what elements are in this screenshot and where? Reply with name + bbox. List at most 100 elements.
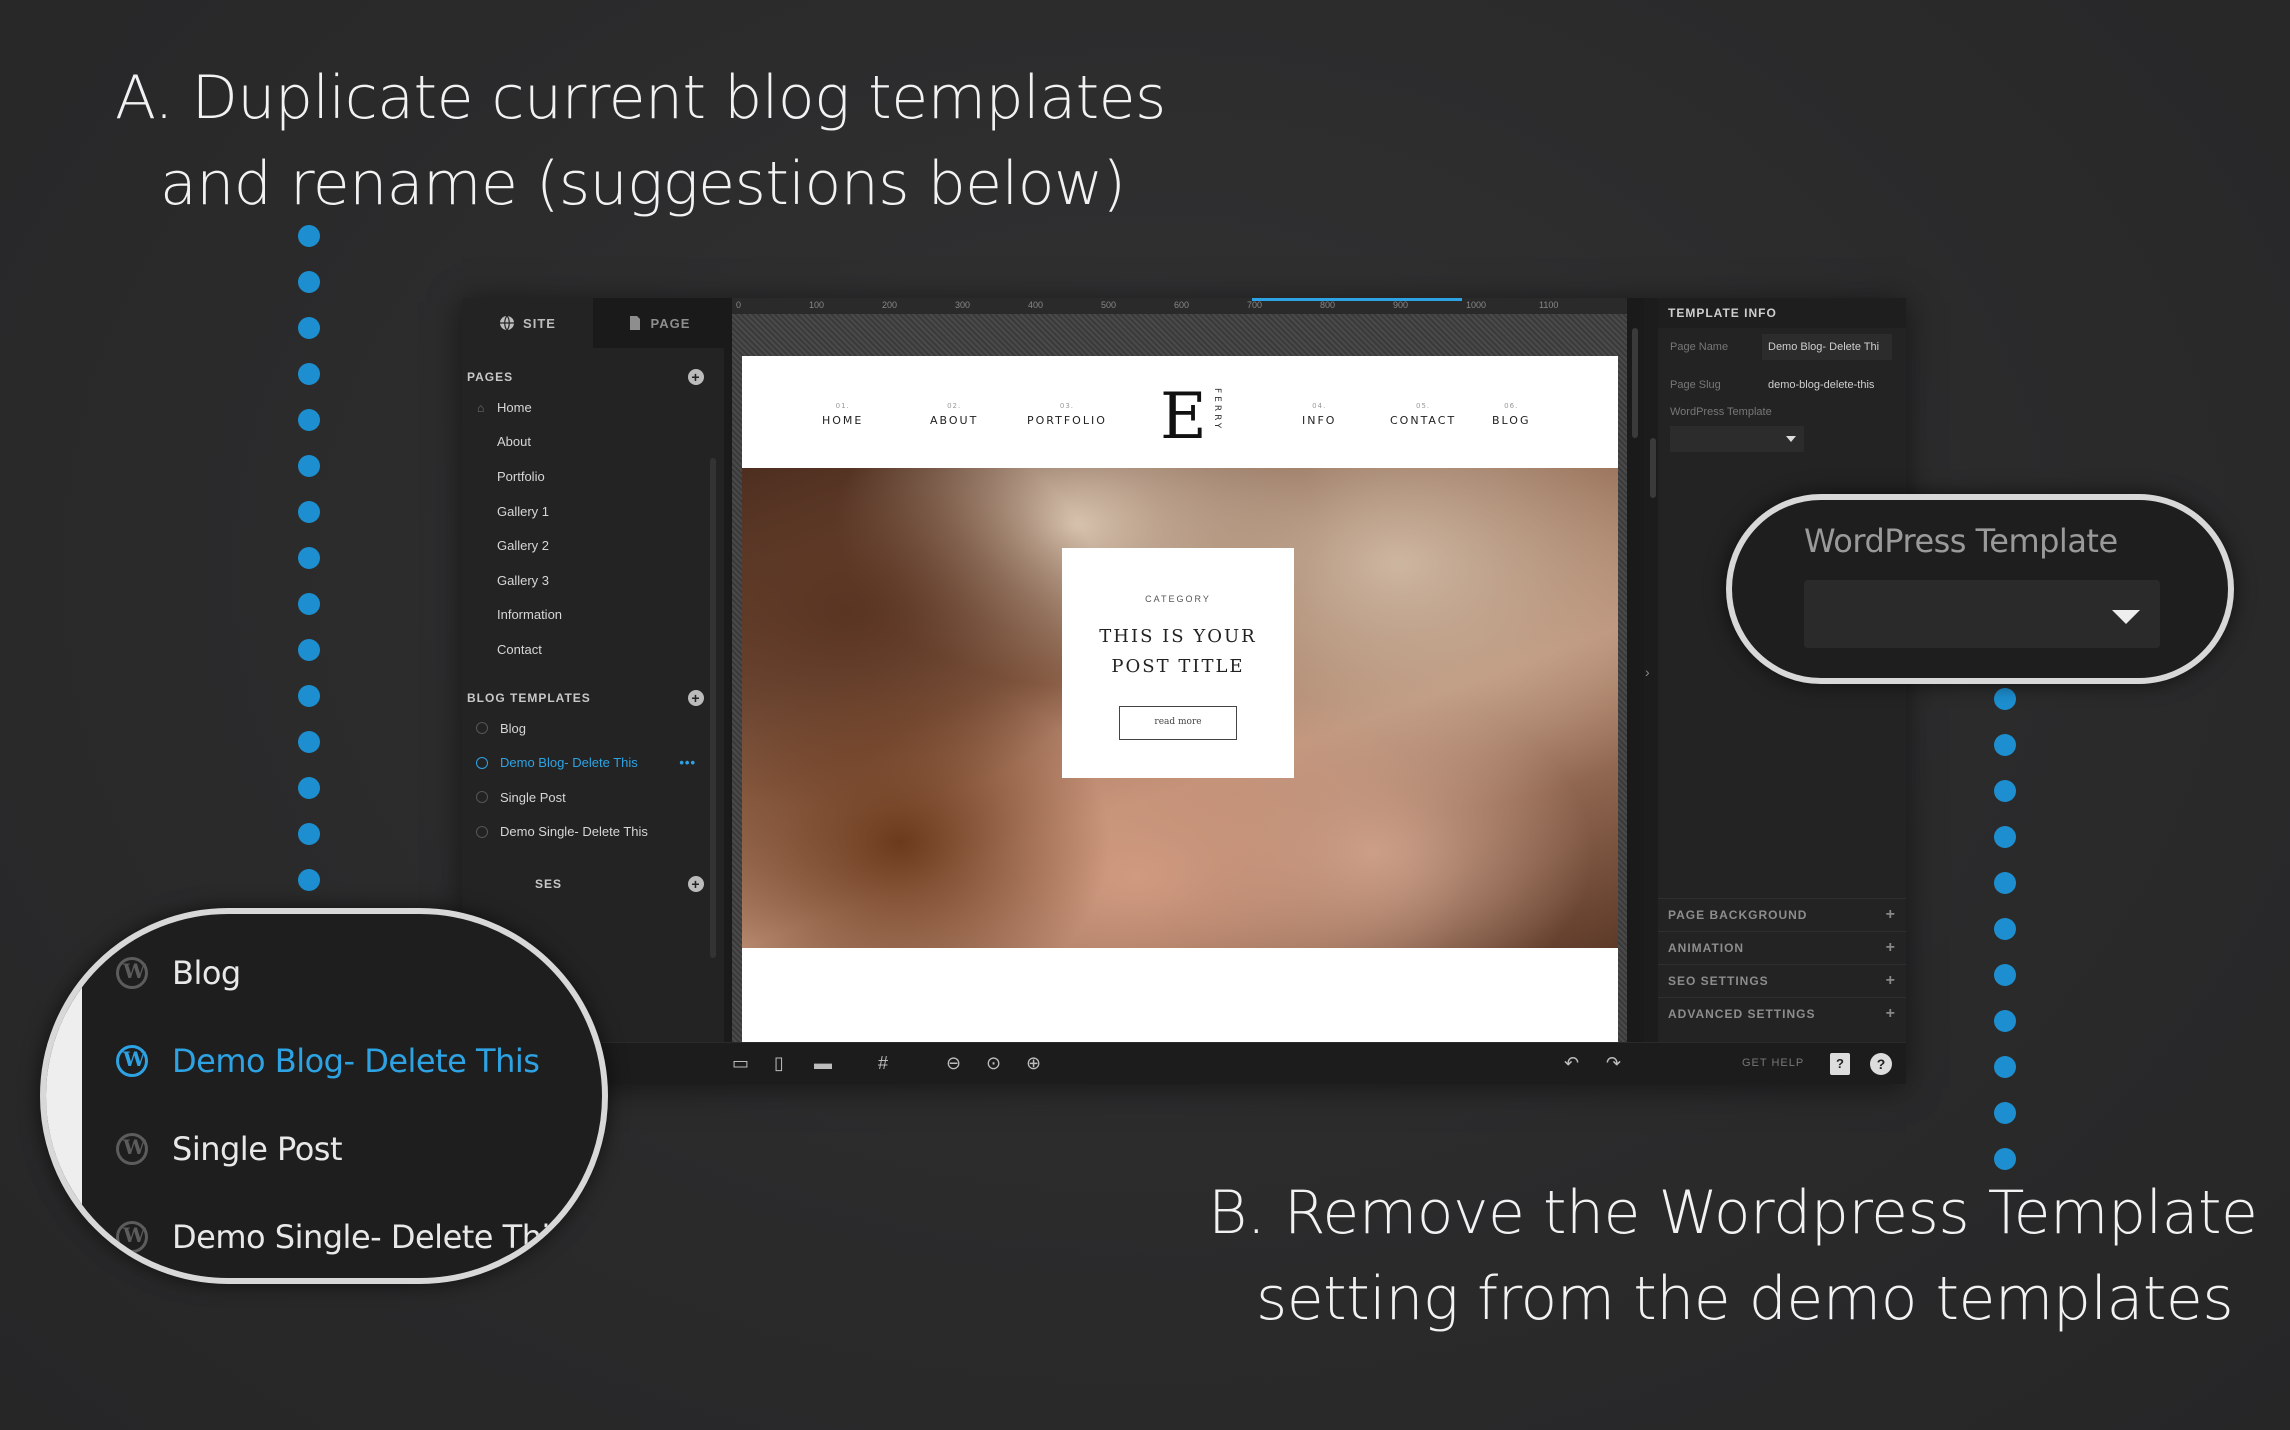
wordpress-icon [476,722,488,735]
mobile-icon[interactable]: ▯ [774,1053,784,1074]
page-item[interactable]: Information [462,598,724,633]
wordpress-icon [116,1133,148,1165]
magnifier-template-item[interactable]: Single Post [116,1130,343,1168]
page-item-label: Gallery 3 [497,572,550,588]
wp-template-select[interactable] [1670,426,1804,452]
page-item[interactable]: About [462,425,724,460]
bottom-toolbar: ▭ ▯ ▬ # ⊖ ⊙ ⊕ ↶ ↷ GET HELP ? ? [462,1042,1906,1084]
page-item[interactable]: Portfolio [462,459,724,494]
undo-icon[interactable]: ↶ [1564,1053,1579,1074]
nav-contact-num: 05. [1416,402,1431,410]
add-blog-template-icon[interactable]: + [688,689,704,706]
horizontal-ruler: 0 100 200 300 400 500 600 700 800 900 1000 1100 [732,298,1627,314]
blog-template-item[interactable]: Demo Blog- Delete This ••• [462,745,724,780]
help-chat-icon[interactable]: ? [1870,1053,1892,1075]
nav-portfolio-label: PORTFOLIO [1027,414,1107,427]
connector-dot [298,455,320,477]
zoom-reset-icon[interactable]: ⊙ [986,1053,1001,1074]
annotation-b-line2: setting from the demo templates [1256,1264,2234,1334]
tablet-landscape-icon[interactable]: ▭ [732,1053,749,1074]
nav-portfolio[interactable]: 03. PORTFOLIO [1027,402,1107,427]
grid-icon[interactable]: # [878,1053,888,1074]
wordpress-icon [116,1045,148,1077]
magnifier-template-item[interactable]: Blog [116,954,241,992]
pages-list: ⌂ Home About Portfolio Gallery 1 Gallery 2 Gal… [462,390,724,667]
post-category: CATEGORY [1145,594,1211,604]
add-page-icon[interactable]: + [688,369,704,385]
blog-template-label: Demo Single- Delete This [500,824,648,840]
zoom-out-icon[interactable]: ⊖ [946,1053,961,1074]
get-help-link[interactable]: GET HELP [1742,1057,1804,1069]
blog-templates-heading-label: BLOG TEMPLATES [467,690,591,705]
chevron-down-icon [2112,610,2140,624]
accordion-page-background[interactable]: PAGE BACKGROUND + [1658,898,1906,931]
nav-blog[interactable]: 06. BLOG [1492,402,1530,427]
accordion-advanced-settings[interactable]: ADVANCED SETTINGS + [1658,997,1906,1030]
blog-template-item[interactable]: Blog [462,711,724,746]
add-section-icon[interactable]: + [688,876,704,893]
pages-heading: PAGES + [462,364,724,390]
tab-site[interactable]: SITE [462,298,593,348]
right-panel-scrollbar[interactable] [1650,438,1656,498]
zoom-in-icon[interactable]: ⊕ [1026,1053,1041,1074]
connector-dot [298,363,320,385]
page-item[interactable]: Gallery 1 [462,494,724,529]
collapse-arrow-icon[interactable]: › [1645,664,1650,680]
accordion-seo-settings[interactable]: SEO SETTINGS + [1658,964,1906,997]
canvas-scrollbar[interactable] [1632,328,1638,438]
help-docs-icon[interactable]: ? [1830,1053,1850,1075]
connector-dot [298,777,320,799]
more-options-icon[interactable]: ••• [679,755,696,770]
connector-dot [1994,1148,2016,1170]
wordpress-icon [476,791,488,804]
redo-icon[interactable]: ↷ [1606,1053,1621,1074]
blog-template-label: Single Post [500,789,566,805]
ruler-tick: 1000 [1466,300,1487,310]
annotation-b-line1: B. Remove the Wordpress Template [1208,1178,2258,1248]
page-slug-row: Page Slug demo-blog-delete-this [1658,366,1906,404]
page-item-label: Gallery 1 [497,503,550,519]
nav-home[interactable]: 01. HOME [822,402,863,427]
left-panel-scrollbar[interactable] [710,458,716,958]
wp-template-label: WordPress Template [1670,406,1772,418]
page-name-label: Page Name [1670,341,1729,353]
desktop-icon[interactable]: ▬ [814,1053,832,1074]
accordion-seo-settings-label: SEO SETTINGS [1668,974,1769,988]
tab-page[interactable]: PAGE [593,298,724,348]
partial-section-heading-label: SES [535,877,563,892]
connector-dot [298,501,320,523]
magnifier-template-item[interactable]: Demo Blog- Delete This [116,1042,540,1080]
nav-info[interactable]: 04. INFO [1302,402,1336,427]
nav-contact[interactable]: 05. CONTACT [1390,402,1456,427]
page-name-input[interactable]: Demo Blog- Delete Thi [1762,334,1892,360]
connector-dot [298,317,320,339]
post-title: THIS IS YOUR POST TITLE [1062,622,1294,682]
page-item[interactable]: Gallery 3 [462,563,724,598]
page-item[interactable]: Contact [462,632,724,667]
page-slug-value[interactable]: demo-blog-delete-this [1762,372,1892,398]
blog-template-item[interactable]: Demo Single- Delete This [462,815,724,850]
blog-template-label: Demo Blog- Delete This [500,755,638,771]
connector-dot [1994,1102,2016,1124]
blog-templates-heading: BLOG TEMPLATES + [462,685,724,711]
ruler-tick: 100 [809,300,825,310]
page-slug-label: Page Slug [1670,379,1721,391]
blog-template-item[interactable]: Single Post [462,780,724,815]
accordion-animation[interactable]: ANIMATION + [1658,931,1906,964]
wordpress-icon [116,957,148,989]
magnifier-wp-template-select[interactable] [1804,580,2160,648]
page-item-label: Information [497,607,563,623]
magnifier-template-item[interactable]: Demo Single- Delete This [116,1218,567,1256]
page-item[interactable]: ⌂ Home [462,390,724,425]
wordpress-icon [116,1221,148,1253]
site-preview[interactable]: 01. HOME 02. ABOUT 03. PORTFOLIO E FERRY 04… [742,356,1618,1042]
read-more-button[interactable]: read more [1119,706,1237,740]
ruler-tick: 0 [736,300,742,310]
ruler-tick: 400 [1028,300,1044,310]
connector-dot [298,869,320,891]
page-item-label: Contact [497,641,542,657]
connector-dot [298,823,320,845]
connector-dot [298,547,320,569]
nav-about[interactable]: 02. ABOUT [930,402,978,427]
page-item[interactable]: Gallery 2 [462,528,724,563]
